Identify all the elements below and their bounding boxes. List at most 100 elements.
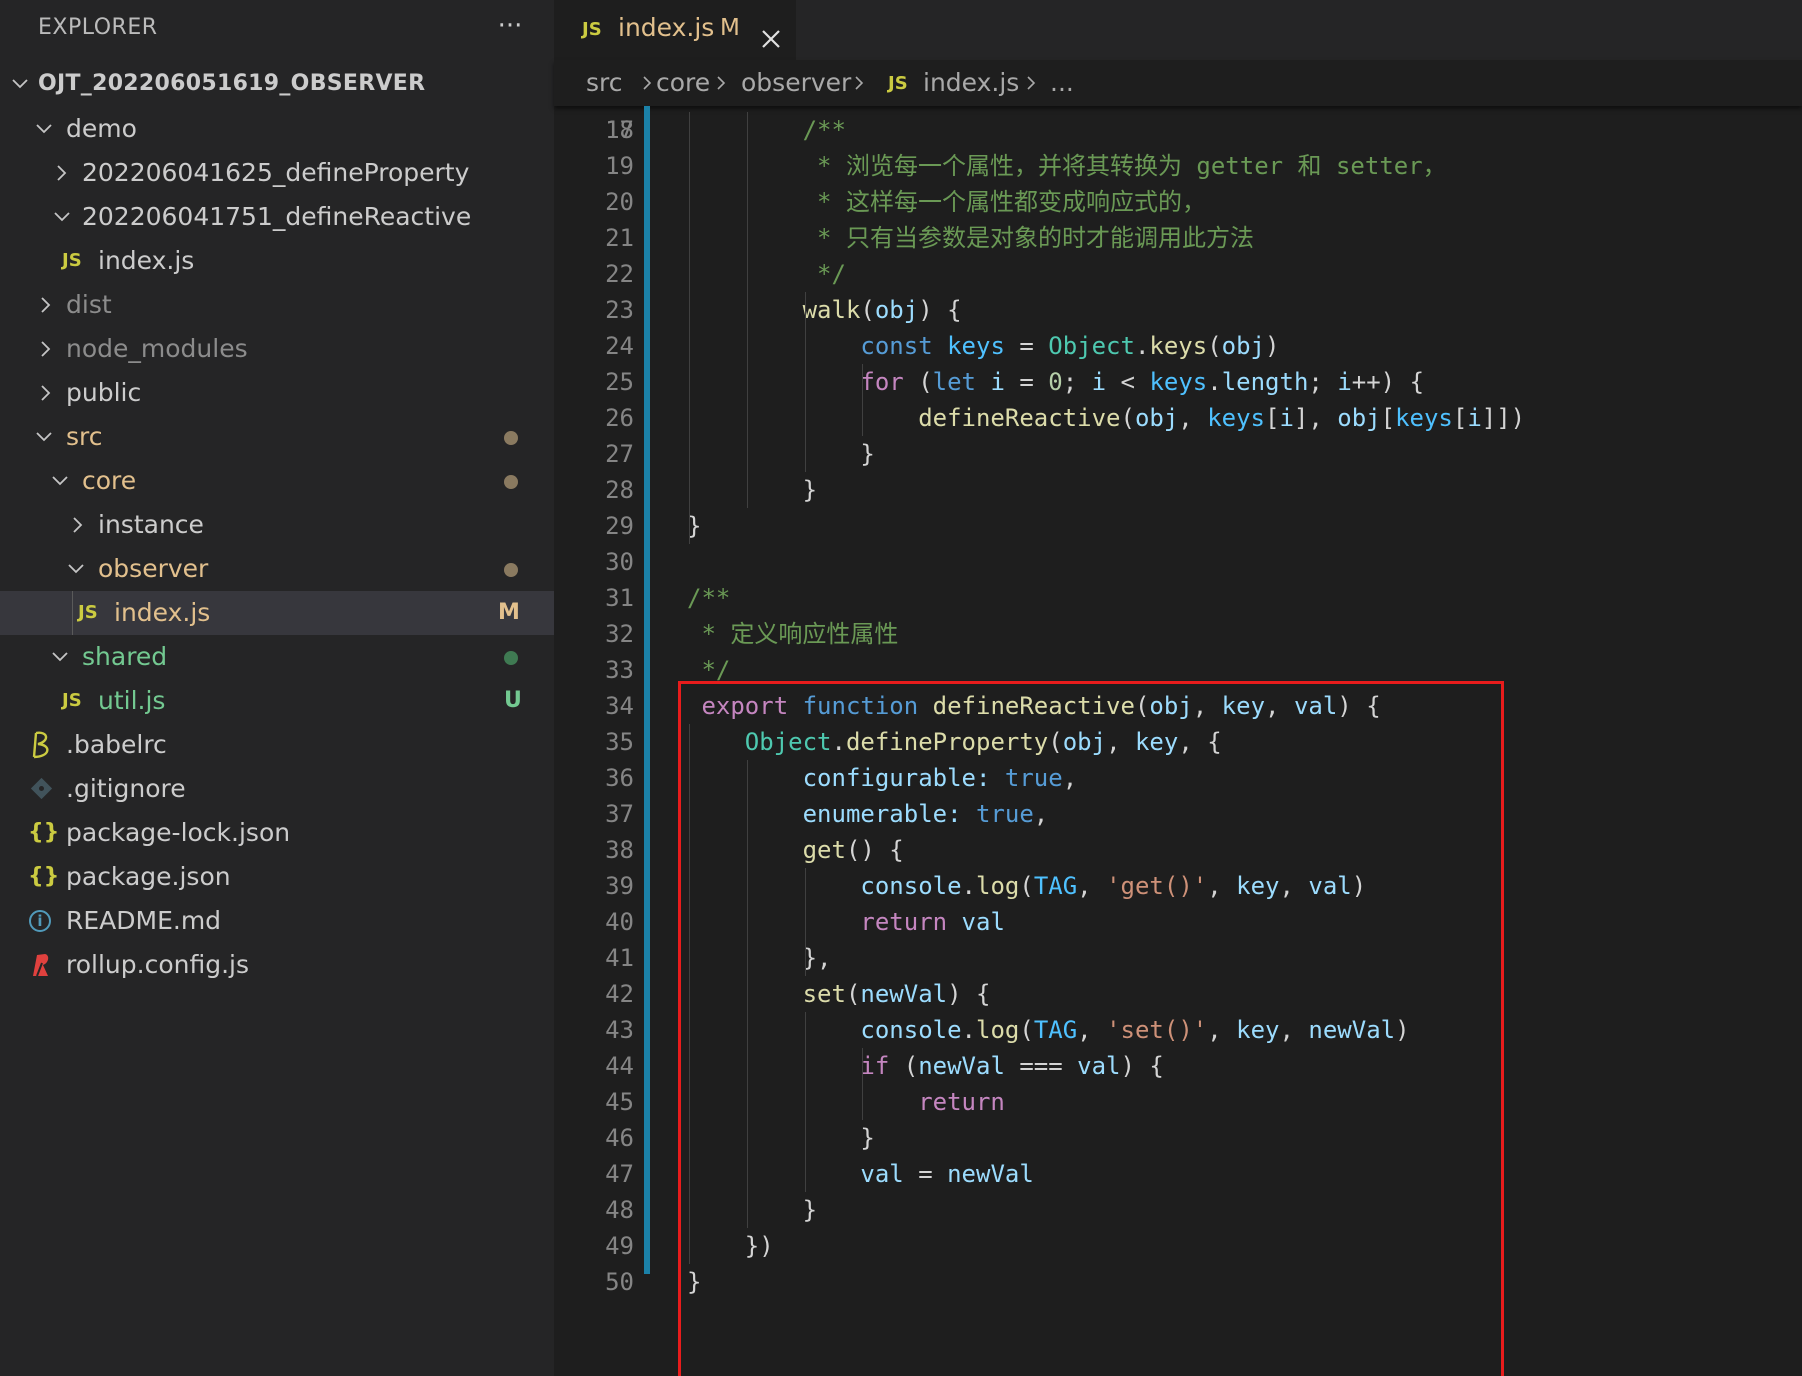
line-number: 26 <box>605 404 634 432</box>
git-modified-badge: M <box>498 600 520 625</box>
code-token: enumerable: <box>802 800 962 828</box>
more-actions-icon[interactable]: ··· <box>490 6 530 46</box>
tree-folder-definereactive[interactable]: 202206041751_defineReactive <box>0 195 554 239</box>
code-token: TAG <box>1033 872 1078 900</box>
line-number: 25 <box>605 368 634 396</box>
code-token: * 这样每一个属性都变成响应式的， <box>817 188 1206 216</box>
tree-file-rollup-config[interactable]: rollup.config.js <box>0 943 554 987</box>
tree-item-label: observer <box>98 554 209 583</box>
explorer-header: EXPLORER ··· <box>0 0 554 56</box>
code-token: ( <box>1019 872 1034 900</box>
code-line: 23 walk(obj) { <box>554 292 1802 328</box>
code-token: , <box>1265 692 1294 720</box>
code-token: < <box>1106 368 1150 396</box>
tree-file-demo-index-js[interactable]: JS index.js <box>0 239 554 283</box>
code-text: */ <box>687 652 730 688</box>
tree-file-package-json[interactable]: {} package.json <box>0 855 554 899</box>
code-line: 32 * 定义响应性属性 <box>554 616 1802 652</box>
code-text: } <box>687 1192 817 1228</box>
tree-item-label: index.js <box>98 246 195 275</box>
tree-folder-shared[interactable]: shared <box>0 635 554 679</box>
code-token: obj <box>1221 332 1266 360</box>
tree-item-label: index.js <box>114 598 211 627</box>
code-token: key <box>1134 728 1179 756</box>
tree-folder-defineproperty[interactable]: 202206041625_defineProperty <box>0 151 554 195</box>
code-token: }, <box>687 944 832 972</box>
tree-folder-node-modules[interactable]: node_modules <box>0 327 554 371</box>
code-token: ; <box>1308 368 1338 396</box>
breadcrumb-item-symbol[interactable]: ... <box>1050 60 1074 106</box>
code-text: /** <box>687 580 730 616</box>
code-text: for (let i = 0; i < keys.length; i++) { <box>687 364 1424 400</box>
code-token: key <box>1236 872 1280 900</box>
breadcrumb-item-src[interactable]: src <box>586 60 623 106</box>
explorer-sidebar: EXPLORER ··· OJT_202206051619_OBSERVER d… <box>0 0 554 1376</box>
breadcrumb-item-file[interactable]: index.js <box>923 60 1019 106</box>
code-token: ( <box>1120 404 1135 432</box>
code-token: newVal <box>918 1052 1005 1080</box>
chevron-down-icon <box>50 195 74 239</box>
code-token: defineProperty <box>845 728 1049 756</box>
tree-file-package-lock-json[interactable]: {} package-lock.json <box>0 811 554 855</box>
tab-index-js[interactable]: JS index.js M <box>554 0 796 60</box>
code-text: } <box>687 1264 701 1300</box>
tree-file-readme[interactable]: i README.md <box>0 899 554 943</box>
code-editor[interactable]: 17 18 /** 19 * 浏览每一个属性，并将其转换为 getter 和 se… <box>554 106 1802 1376</box>
tree-root-folder[interactable]: OJT_202206051619_OBSERVER <box>0 62 554 106</box>
tree-folder-src[interactable]: src <box>0 415 554 459</box>
code-token: === <box>1004 1052 1078 1080</box>
code-line: 42 set(newVal) { <box>554 976 1802 1012</box>
tree-file-babelrc[interactable]: .babelrc <box>0 723 554 767</box>
code-line: 22 */ <box>554 256 1802 292</box>
code-token: ) { <box>1337 692 1381 720</box>
code-token: [ <box>1452 404 1468 432</box>
line-number: 27 <box>605 440 634 468</box>
tree-folder-dist[interactable]: dist <box>0 283 554 327</box>
chevron-down-icon <box>64 547 88 591</box>
code-text: console.log(TAG, 'set()', key, newVal) <box>687 1012 1410 1048</box>
breadcrumb-item-core[interactable]: core <box>656 60 710 106</box>
code-token: , <box>1279 872 1309 900</box>
json-file-icon: {} <box>28 864 60 889</box>
line-number: 36 <box>605 764 634 792</box>
code-token: . <box>831 728 846 756</box>
breadcrumb-item-observer[interactable]: observer <box>741 60 851 106</box>
code-token: for <box>860 368 904 396</box>
tree-item-label: core <box>82 466 137 495</box>
tab-modified-badge: M <box>720 15 740 41</box>
tree-file-util-js[interactable]: JS util.js U <box>0 679 554 723</box>
tree-folder-demo[interactable]: demo <box>0 107 554 151</box>
code-token: obj <box>1062 728 1107 756</box>
code-token: , { <box>1178 728 1222 756</box>
code-token: ) <box>1395 1016 1410 1044</box>
close-icon[interactable] <box>758 16 784 48</box>
indent-guide <box>862 364 864 436</box>
info-icon: i <box>29 910 51 932</box>
chevron-down-icon <box>32 415 56 459</box>
chevron-right-icon <box>34 327 58 371</box>
line-number: 22 <box>605 260 634 288</box>
code-token: newVal <box>860 980 948 1008</box>
tree-file-observer-index-js[interactable]: JS index.js M <box>0 591 554 635</box>
tree-folder-core[interactable]: core <box>0 459 554 503</box>
code-token: keys <box>1149 332 1208 360</box>
tree-folder-observer[interactable]: observer <box>0 547 554 591</box>
code-text: } <box>687 472 817 508</box>
tree-file-gitignore[interactable]: .gitignore <box>0 767 554 811</box>
code-token: 'get()' <box>1106 872 1208 900</box>
code-token: val <box>1308 872 1352 900</box>
tree-folder-instance[interactable]: instance <box>0 503 554 547</box>
indent-guide <box>689 112 690 544</box>
tree-folder-public[interactable]: public <box>0 371 554 415</box>
line-number: 34 <box>605 692 634 720</box>
code-token: ( <box>1207 332 1222 360</box>
